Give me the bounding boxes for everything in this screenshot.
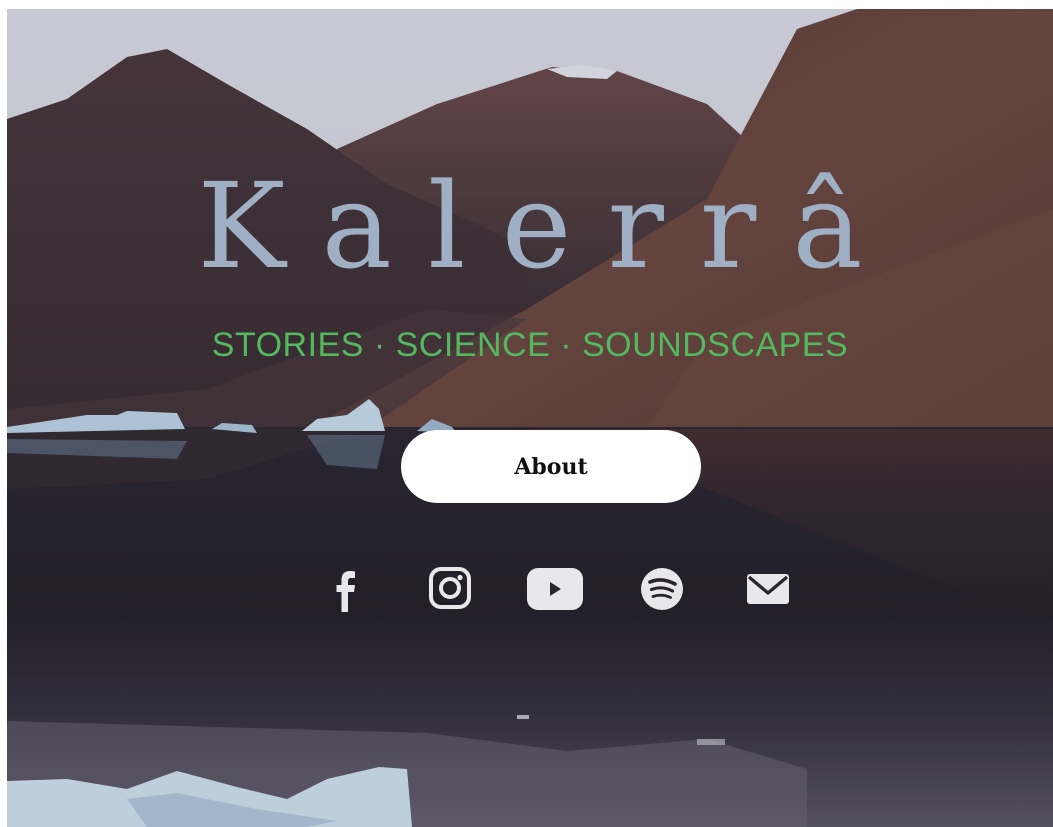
facebook-link[interactable] xyxy=(331,562,361,616)
facebook-icon xyxy=(336,571,355,612)
spotify-link[interactable] xyxy=(639,562,685,616)
email-icon xyxy=(747,574,789,604)
instagram-link[interactable] xyxy=(428,562,472,616)
instagram-icon xyxy=(429,567,471,609)
about-button[interactable]: About xyxy=(401,430,701,503)
page: Kalerrâ STORIES · SCIENCE · SOUNDSCAPES … xyxy=(0,0,1053,827)
youtube-icon xyxy=(527,568,583,610)
spotify-icon xyxy=(641,568,683,610)
landscape-image xyxy=(7,9,1053,827)
about-button-label: About xyxy=(514,453,588,480)
hero-background: Kalerrâ STORIES · SCIENCE · SOUNDSCAPES … xyxy=(7,9,1053,827)
email-link[interactable] xyxy=(745,562,791,616)
site-tagline: STORIES · SCIENCE · SOUNDSCAPES xyxy=(211,326,849,364)
site-title: Kalerrâ xyxy=(197,157,899,295)
social-links xyxy=(313,562,813,622)
youtube-link[interactable] xyxy=(525,562,585,616)
